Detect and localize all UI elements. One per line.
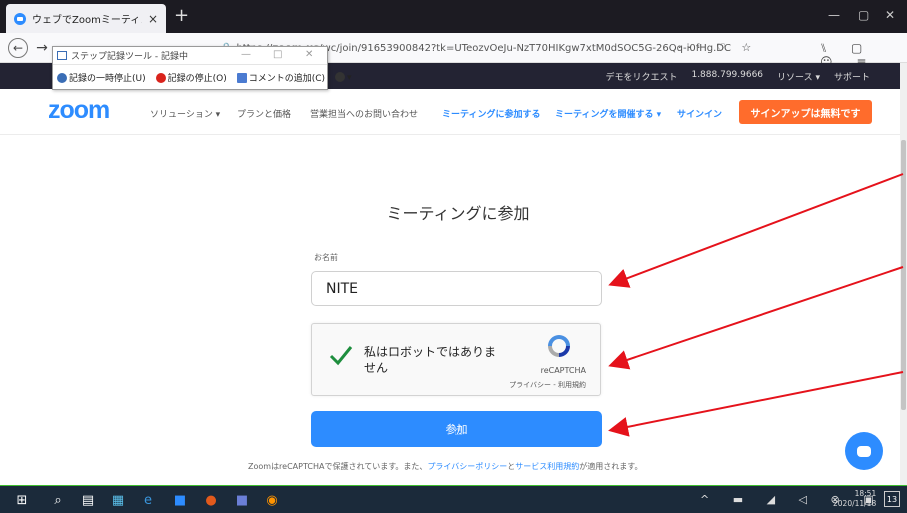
privacy-policy-link[interactable]: プライバシーポリシー: [427, 462, 507, 471]
recaptcha-privacy-terms-link[interactable]: プライバシー - 利用規約: [509, 380, 586, 390]
resources-menu[interactable]: リソース ▾: [777, 70, 820, 83]
search-icon[interactable]: ⌕: [50, 492, 66, 508]
chat-support-button[interactable]: [845, 432, 883, 470]
recorder-maximize-button[interactable]: □: [273, 49, 282, 60]
pause-recording-button[interactable]: 記録の一時停止(U): [57, 71, 146, 84]
stop-recording-button[interactable]: 記録の停止(O): [155, 71, 227, 84]
tab-close-icon[interactable]: ×: [148, 12, 158, 26]
task-view-icon[interactable]: ▤: [80, 492, 96, 508]
pause-icon: [57, 72, 67, 83]
recorder-close-button[interactable]: ✕: [305, 49, 313, 60]
hand-cursor-icon: ☝: [454, 423, 463, 439]
window-maximize-button[interactable]: ▢: [858, 8, 869, 22]
recorder-minimize-button[interactable]: —: [241, 49, 251, 60]
tab-title: ウェブでZoomミーティング - Zoom: [32, 15, 142, 26]
store-icon[interactable]: ▦: [110, 492, 126, 508]
app-icon[interactable]: ■: [234, 492, 250, 508]
recaptcha-widget: 私はロボットではありません reCAPTCHA プライバシー - 利用規約: [311, 323, 601, 396]
request-demo-link[interactable]: デモをリクエスト: [605, 70, 677, 83]
help-icon: [335, 71, 346, 82]
chat-icon: [857, 445, 871, 457]
page-title: ミーティングに参加: [386, 204, 530, 223]
firefox-icon[interactable]: ◉: [264, 492, 280, 508]
nav-join-meeting[interactable]: ミーティングに参加する: [442, 107, 540, 120]
nav-contact-sales[interactable]: 営業担当へのお問い合わせ: [310, 107, 418, 120]
recorder-title: ステップ記録ツール - 記録中: [71, 52, 188, 62]
new-tab-button[interactable]: +: [174, 6, 189, 26]
nav-plans[interactable]: プランと価格: [237, 107, 291, 120]
window-minimize-button[interactable]: —: [828, 8, 840, 22]
clock-date: 2020/11/18: [833, 499, 877, 508]
comment-icon: [236, 72, 247, 83]
steps-recorder-toolbar: 記録の一時停止(U) 記録の停止(O) コメントの追加(C) ▾: [53, 65, 352, 89]
nav-host-meeting[interactable]: ミーティングを開催する ▾: [555, 107, 661, 120]
outlook-icon[interactable]: ■: [172, 492, 188, 508]
recorder-app-icon: [57, 51, 67, 60]
scrollbar-thumb[interactable]: [901, 140, 906, 410]
browser-tab[interactable]: ウェブでZoomミーティング - Zoom ×: [6, 4, 166, 33]
powerpoint-icon[interactable]: ●: [203, 492, 219, 508]
arrow-to-name-input: [608, 173, 904, 288]
arrow-to-join-button: [608, 371, 904, 437]
edge-icon[interactable]: e: [140, 492, 156, 508]
windows-start-icon[interactable]: ⊞: [14, 492, 30, 508]
phone-number: 1.888.799.9666: [691, 70, 764, 80]
forward-arrow-icon[interactable]: →: [32, 38, 52, 58]
browser-tab-strip: ウェブでZoomミーティング - Zoom × + — ▢ ✕: [0, 0, 907, 33]
recaptcha-disclaimer: ZoomはreCAPTCHAで保護されています。また、プライバシーポリシーとサー…: [248, 462, 643, 471]
nav-sign-in[interactable]: サインイン: [677, 107, 722, 120]
steps-recorder-window: ステップ記録ツール - 記録中 — □ ✕ 記録の一時停止(U) 記録の停止(O…: [52, 46, 352, 90]
terms-of-service-link[interactable]: サービス利用規約: [515, 462, 579, 471]
recaptcha-label: 私はロボットではありません: [364, 345, 497, 375]
recaptcha-logo-icon: [548, 335, 570, 357]
arrow-to-captcha: [608, 266, 904, 370]
steps-recorder-titlebar[interactable]: ステップ記録ツール - 記録中 — □ ✕: [53, 47, 327, 65]
zoom-main-nav: zoom ソリューション ▾ プランと価格 営業担当へのお問い合わせ ミーティン…: [0, 89, 900, 135]
notification-center-icon[interactable]: 13: [884, 491, 900, 507]
recaptcha-brand: reCAPTCHA: [540, 366, 586, 375]
zoom-favicon-icon: [14, 12, 26, 25]
help-button[interactable]: ▾: [335, 71, 352, 83]
url-path: /wc/join/91653900842?tk=UTeozvOeJu-NzT70…: [319, 42, 731, 54]
name-label: お名前: [314, 253, 338, 262]
name-input[interactable]: [311, 271, 602, 306]
page-actions-icons[interactable]: ··· ♡ ☆: [678, 41, 757, 54]
nav-solutions[interactable]: ソリューション ▾: [150, 107, 220, 120]
stop-icon: [155, 72, 166, 83]
windows-taskbar: ⊞ ⌕ ▤ ▦ e ■ ● ■ ◉ ^ ▬ ◢ ◁ ⊗ ▣ 18:51 2020…: [0, 486, 907, 513]
sign-up-button[interactable]: サインアップは無料です: [739, 100, 872, 124]
support-link[interactable]: サポート: [834, 70, 870, 83]
back-arrow-icon[interactable]: ←: [8, 38, 28, 58]
checkmark-icon[interactable]: [328, 342, 354, 368]
window-close-button[interactable]: ✕: [885, 8, 895, 22]
add-comment-button[interactable]: コメントの追加(C): [236, 71, 325, 84]
zoom-logo[interactable]: zoom: [48, 96, 110, 125]
taskbar-clock[interactable]: 18:51 2020/11/18: [833, 489, 876, 509]
clock-time: 18:51: [854, 489, 877, 498]
